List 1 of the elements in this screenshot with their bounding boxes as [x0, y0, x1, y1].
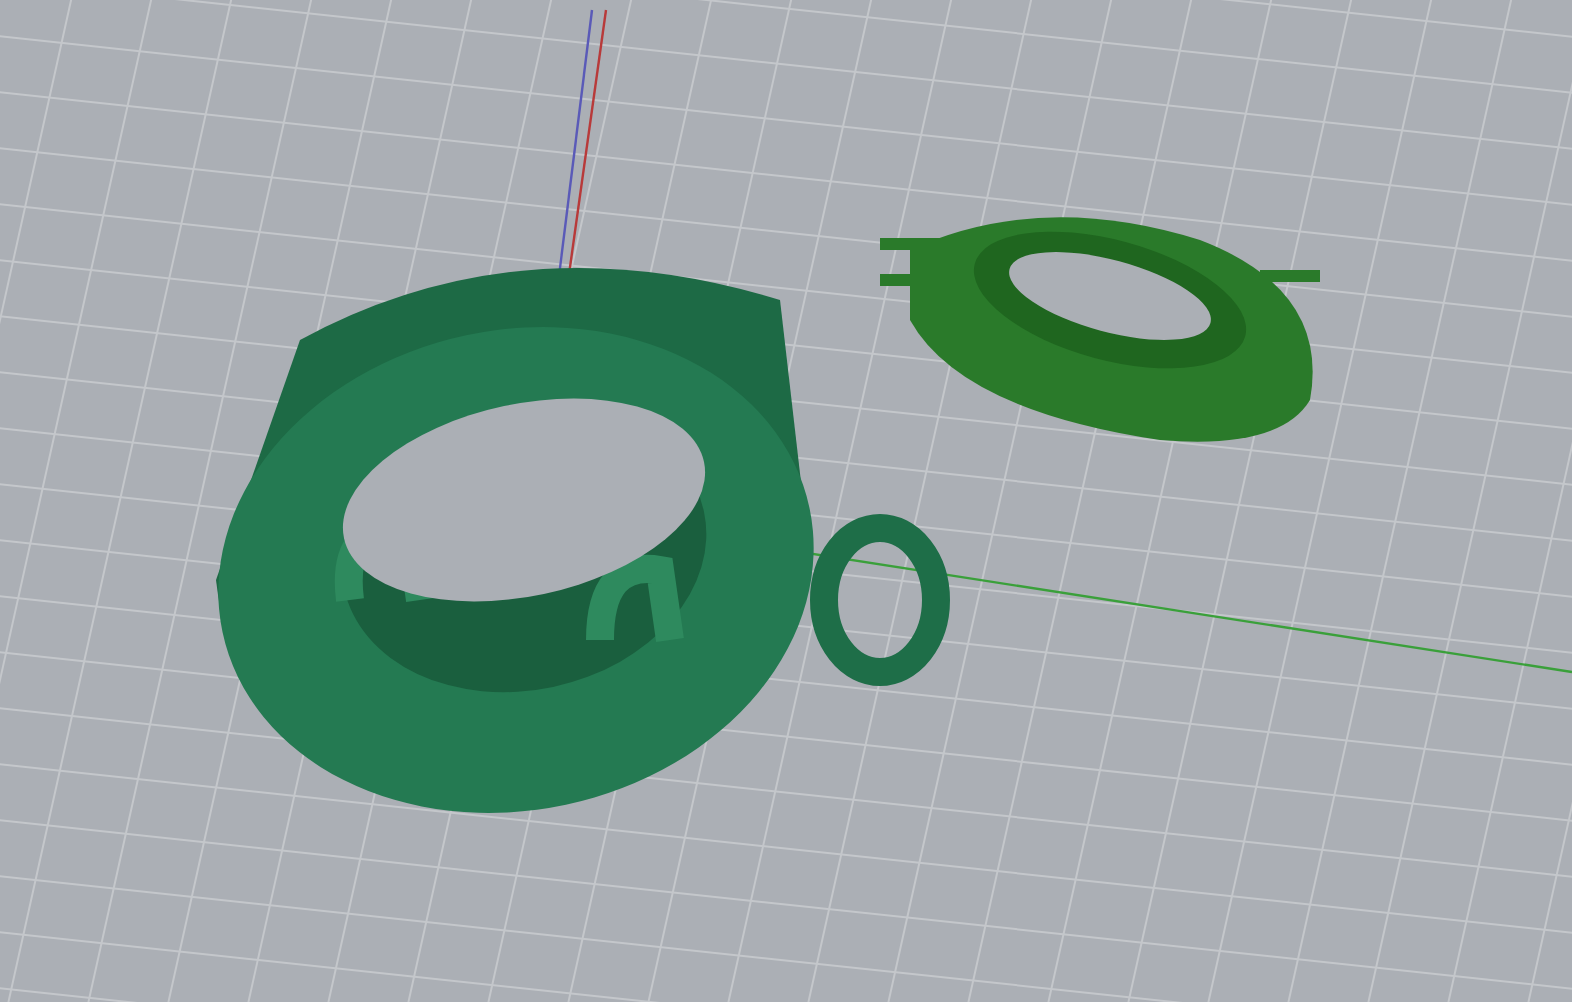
3d-viewport[interactable] [0, 0, 1572, 1002]
